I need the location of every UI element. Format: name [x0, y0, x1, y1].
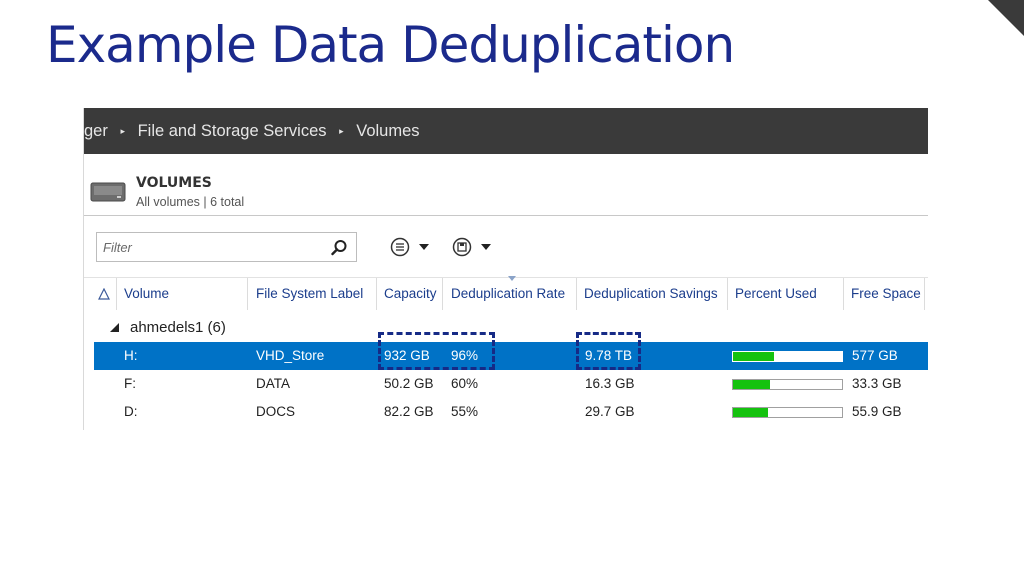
save-query-button[interactable]: [451, 236, 499, 258]
percent-used-fill: [733, 408, 768, 417]
cell-dedup-savings: 29.7 GB: [585, 404, 635, 419]
column-header-capacity[interactable]: Capacity: [384, 278, 437, 310]
cell-volume: F:: [124, 376, 136, 391]
slide-title: Example Data Deduplication: [46, 16, 735, 74]
column-header-deduplication-rate[interactable]: Deduplication Rate: [451, 278, 565, 310]
drive-icon: [90, 182, 126, 202]
breadcrumb-item-file-storage[interactable]: File and Storage Services: [138, 122, 327, 140]
cell-capacity: 50.2 GB: [384, 376, 434, 391]
table-row[interactable]: H: VHD_Store 932 GB 96% 9.78 TB 577 GB: [94, 342, 928, 370]
column-separator: [376, 278, 377, 310]
cell-dedup-rate: 60%: [451, 376, 479, 391]
cell-volume: H:: [124, 348, 138, 363]
warning-icon[interactable]: [98, 288, 110, 300]
list-circle-icon: [390, 237, 429, 257]
breadcrumb-item-server-manager[interactable]: ger: [84, 122, 108, 140]
cell-dedup-rate: 55%: [451, 404, 479, 419]
percent-used-bar: [732, 351, 843, 362]
cell-free-space: 577 GB: [852, 348, 898, 363]
save-circle-icon: [452, 237, 491, 257]
cell-capacity: 82.2 GB: [384, 404, 434, 419]
search-icon[interactable]: [330, 239, 348, 257]
volumes-header: VOLUMES All volumes | 6 total: [90, 172, 490, 212]
breadcrumb-separator-icon: ▸: [339, 126, 344, 136]
breadcrumb-separator-icon: ▸: [120, 126, 125, 136]
percent-used-fill: [733, 352, 775, 361]
filter-box: [96, 232, 357, 262]
volumes-title: VOLUMES: [136, 175, 212, 191]
table-row[interactable]: D: DOCS 82.2 GB 55% 29.7 GB 55.9 GB: [94, 398, 928, 426]
cell-volume: D:: [124, 404, 138, 419]
group-label: ahmedels1 (6): [130, 319, 226, 336]
tasks-button[interactable]: [389, 236, 437, 258]
column-header-percent-used[interactable]: Percent Used: [735, 278, 817, 310]
column-header-free-space[interactable]: Free Space: [851, 278, 921, 310]
breadcrumb-item-volumes[interactable]: Volumes: [356, 122, 419, 140]
column-separator: [442, 278, 443, 310]
percent-used-bar: [732, 407, 843, 418]
cell-label: DOCS: [256, 404, 296, 419]
column-header-volume[interactable]: Volume: [124, 278, 169, 310]
column-separator: [924, 278, 925, 310]
column-separator: [576, 278, 577, 310]
column-header-deduplication-savings[interactable]: Deduplication Savings: [584, 278, 718, 310]
column-header-file-system-label[interactable]: File System Label: [256, 278, 363, 310]
filter-input[interactable]: [97, 233, 317, 261]
cell-dedup-savings: 16.3 GB: [585, 376, 635, 391]
cell-label: DATA: [256, 376, 291, 391]
group-header[interactable]: ahmedels1 (6): [84, 316, 928, 340]
cell-free-space: 33.3 GB: [852, 376, 902, 391]
volumes-subtitle: All volumes | 6 total: [136, 195, 245, 209]
cell-label: VHD_Store: [256, 348, 325, 363]
column-separator: [843, 278, 844, 310]
column-separator: [727, 278, 728, 310]
percent-used-bar: [732, 379, 843, 390]
percent-used-fill: [733, 380, 771, 389]
column-separator: [116, 278, 117, 310]
divider: [84, 215, 928, 216]
cell-free-space: 55.9 GB: [852, 404, 902, 419]
column-separator: [247, 278, 248, 310]
corner-triangle-icon: [988, 0, 1024, 36]
server-manager-window: ger ▸ File and Storage Services ▸ Volume…: [83, 108, 928, 430]
capacity-rate-highlight: [378, 332, 495, 370]
collapse-triangle-icon[interactable]: [110, 323, 119, 332]
table-row[interactable]: F: DATA 50.2 GB 60% 16.3 GB 33.3 GB: [94, 370, 928, 398]
breadcrumb: ger ▸ File and Storage Services ▸ Volume…: [84, 108, 928, 154]
savings-highlight: [576, 332, 641, 370]
